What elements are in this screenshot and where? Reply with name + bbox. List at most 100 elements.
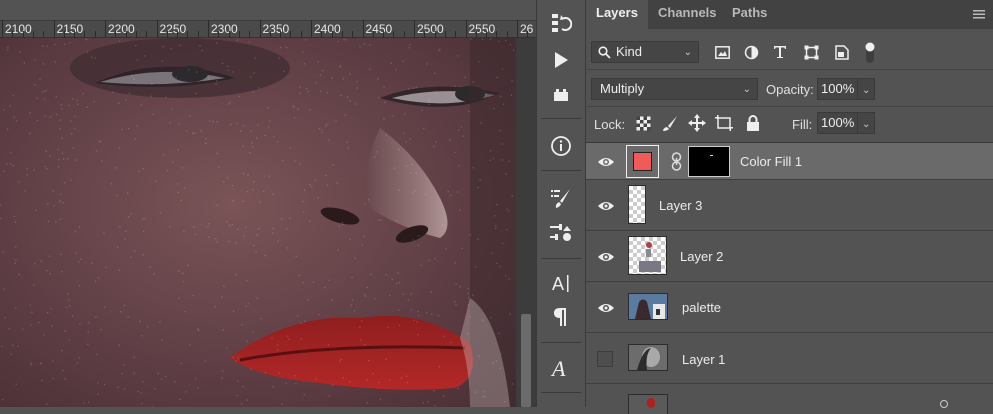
lock-artboard-icon[interactable] [715, 115, 733, 131]
plugin-icon[interactable] [537, 80, 585, 110]
layer-thumbnail[interactable] [628, 185, 646, 224]
blend-mode-value: Multiply [600, 81, 645, 96]
character-icon[interactable]: A [537, 268, 585, 298]
glyphs-icon[interactable]: A [537, 353, 585, 383]
ruler-label: 2300 [211, 22, 238, 36]
ruler-major-tick [311, 20, 312, 38]
vertical-scroll-thumb[interactable] [521, 314, 531, 407]
ruler-minor-tick [269, 31, 271, 38]
play-icon[interactable] [537, 45, 585, 75]
layer-row-layer-1[interactable]: Layer 1 [586, 333, 993, 384]
layer-row-layer-2[interactable]: Layer 2 [586, 231, 993, 282]
ruler-minor-tick [166, 31, 168, 38]
filter-kind-select[interactable]: Kind ⌄ [591, 41, 699, 63]
ruler-minor-tick [403, 31, 405, 38]
ruler-minor-tick [12, 31, 14, 38]
layer-name[interactable]: palette [682, 300, 721, 315]
fill-field[interactable]: 100% [817, 112, 858, 134]
type-filter-icon[interactable] [773, 45, 787, 59]
tab-channels[interactable]: Channels [648, 0, 727, 29]
brush-settings-icon[interactable] [537, 183, 585, 213]
ruler-minor-tick [146, 31, 148, 38]
document-canvas[interactable]: 2100 2150 2200 2250 2300 2350 2400 2450 2500 2550… [0, 0, 536, 407]
search-icon [598, 46, 611, 59]
fill-thumbnail[interactable] [626, 145, 659, 178]
smart-object-filter-icon[interactable] [835, 45, 849, 60]
ruler-minor-tick [444, 31, 446, 38]
svg-text:A: A [550, 356, 566, 380]
layer-row-layer-3[interactable]: Layer 3 [586, 180, 993, 231]
adjustment-filter-icon[interactable] [744, 45, 759, 60]
lock-all-icon[interactable] [746, 115, 760, 131]
ruler-minor-tick [383, 31, 385, 38]
layer-row-partial[interactable] [586, 384, 993, 414]
ruler-minor-tick [506, 31, 508, 38]
adjustments-icon[interactable] [537, 218, 585, 248]
layer-thumbnail-art [639, 242, 661, 272]
opacity-label: Opacity: [766, 82, 814, 97]
filter-toggle-icon[interactable] [864, 41, 876, 65]
ruler-label: 2550 [468, 22, 496, 36]
photo-canvas[interactable] [0, 38, 516, 407]
info-icon[interactable] [537, 131, 585, 161]
lock-row: Lock: Fill: 100% ⌄ [586, 107, 993, 143]
tab-paths[interactable]: Paths [722, 0, 777, 29]
opacity-field[interactable]: 100% [817, 78, 858, 100]
ruler-major-tick [105, 20, 106, 38]
ruler-label: 2250 [159, 22, 187, 36]
ruler-minor-tick [486, 31, 488, 38]
link-icon[interactable] [671, 152, 682, 171]
svg-text:A: A [552, 274, 564, 294]
visibility-toggle-off[interactable] [597, 351, 613, 367]
fill-color-swatch [633, 152, 652, 171]
panel-menu-icon[interactable] [973, 9, 985, 19]
eye-icon[interactable] [597, 153, 615, 171]
ruler-minor-tick [22, 31, 24, 38]
ruler-minor-tick [218, 31, 220, 38]
paragraph-icon[interactable] [537, 302, 585, 332]
ruler-minor-tick [125, 31, 127, 38]
ruler-major-tick [362, 20, 364, 38]
lock-pixels-icon[interactable] [662, 115, 678, 132]
ruler-label: 2200 [108, 22, 135, 36]
eye-icon[interactable] [597, 197, 615, 215]
fill-dropdown[interactable]: ⌄ [857, 112, 875, 134]
opacity-dropdown[interactable]: ⌄ [857, 78, 875, 100]
ruler-major-tick [208, 20, 209, 38]
chevron-down-icon: ⌄ [862, 85, 871, 96]
layer-thumbnail-art [629, 294, 667, 319]
ruler-label: 2100 [5, 22, 32, 36]
ruler-minor-tick [94, 31, 96, 38]
eye-icon[interactable] [597, 248, 615, 266]
layer-row-palette[interactable]: palette [586, 282, 993, 333]
eye-icon[interactable] [597, 299, 615, 317]
blend-row: Multiply ⌄ Opacity: 100% ⌄ [586, 70, 993, 107]
ruler-minor-tick [74, 31, 76, 38]
layer-name[interactable]: Color Fill 1 [740, 154, 802, 169]
ruler-label: 2150 [56, 22, 84, 36]
history-icon[interactable] [537, 8, 585, 38]
ruler-minor-tick [197, 31, 199, 38]
layer-mask-thumbnail[interactable] [688, 146, 730, 177]
horizontal-ruler: 2100 2150 2200 2250 2300 2350 2400 2450 2500 2550… [0, 0, 536, 38]
ruler-minor-tick [424, 31, 426, 38]
layer-name[interactable]: Layer 3 [659, 198, 702, 213]
layer-name[interactable]: Layer 1 [682, 352, 725, 367]
tab-layers[interactable]: Layers [586, 0, 648, 29]
layer-thumbnail[interactable] [628, 394, 668, 414]
pixel-filter-icon[interactable] [715, 46, 730, 59]
layer-row-color-fill-1[interactable]: Color Fill 1 [586, 143, 993, 180]
lock-transparent-icon[interactable] [636, 116, 651, 131]
shape-filter-icon[interactable] [804, 45, 819, 60]
panel-toolstrip: A A [536, 0, 586, 407]
vertical-scrollbar[interactable] [516, 38, 536, 407]
lock-position-icon[interactable] [688, 114, 706, 132]
layer-thumbnail[interactable] [628, 293, 668, 320]
ruler-minor-tick [393, 31, 395, 38]
layer-name[interactable]: Layer 2 [680, 249, 723, 264]
blend-mode-select[interactable]: Multiply ⌄ [591, 78, 758, 100]
ruler-minor-tick [372, 31, 374, 38]
layer-thumbnail[interactable] [628, 236, 667, 275]
ruler-label: 2400 [314, 22, 341, 36]
layer-thumbnail[interactable] [628, 344, 668, 371]
